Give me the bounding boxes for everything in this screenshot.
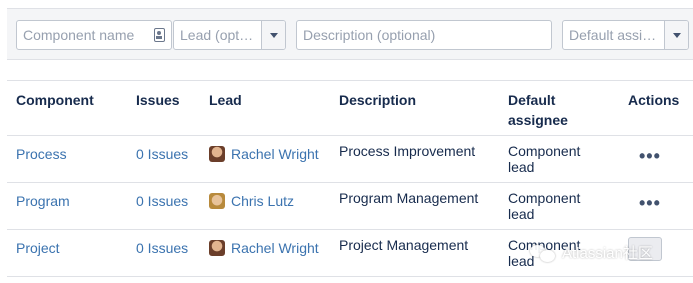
assignee-dropdown-icon[interactable]	[664, 21, 688, 49]
component-link[interactable]: Project	[16, 240, 60, 256]
table-row: Program 0 Issues Chris Lutz Program Mana…	[7, 183, 693, 230]
component-name-placeholder: Component name	[23, 27, 135, 43]
lead-select[interactable]: Lead (opt…	[173, 20, 286, 50]
table-row: Process 0 Issues Rachel Wright Process I…	[7, 136, 693, 183]
header-lead: Lead	[209, 92, 242, 108]
description-placeholder: Description (optional)	[303, 27, 436, 43]
assignee-text: Component lead	[508, 190, 581, 222]
issues-link[interactable]: 0 Issues	[136, 240, 188, 256]
lead-cell: Chris Lutz	[209, 193, 294, 209]
header-actions: Actions	[628, 92, 680, 108]
header-component: Component	[16, 92, 94, 108]
header-default-assignee: Default assignee	[508, 92, 568, 128]
assignee-placeholder: Default assi…	[569, 27, 657, 43]
assignee-text: Component lead	[508, 143, 581, 175]
lead-link[interactable]: Rachel Wright	[231, 146, 319, 162]
lead-dropdown-icon[interactable]	[261, 21, 285, 49]
component-link[interactable]: Process	[16, 146, 67, 162]
lead-cell: Rachel Wright	[209, 146, 319, 162]
lead-link[interactable]: Chris Lutz	[231, 193, 294, 209]
lead-link[interactable]: Rachel Wright	[231, 240, 319, 256]
description-text: Process Improvement	[339, 143, 476, 159]
chat-bubbles-icon	[530, 243, 556, 263]
issues-link[interactable]: 0 Issues	[136, 146, 188, 162]
lead-placeholder: Lead (opt…	[180, 27, 254, 43]
description-input[interactable]: Description (optional)	[296, 20, 552, 50]
avatar	[209, 146, 225, 162]
more-actions-icon[interactable]: •••	[639, 147, 660, 165]
description-text: Project Management	[339, 237, 469, 253]
more-actions-icon[interactable]: •••	[639, 194, 660, 212]
avatar	[209, 240, 225, 256]
watermark: Atlassian社区	[530, 242, 653, 263]
lead-cell: Rachel Wright	[209, 240, 319, 256]
component-name-input[interactable]: Component name	[16, 20, 172, 50]
header-description: Description	[339, 92, 417, 108]
header-issues: Issues	[136, 92, 180, 108]
avatar	[209, 193, 225, 209]
table-header: Component Issues Lead Description Defaul…	[7, 80, 693, 136]
component-link[interactable]: Program	[16, 193, 70, 209]
watermark-text: Atlassian社区	[562, 245, 653, 262]
description-text: Program Management	[339, 190, 479, 206]
default-assignee-select[interactable]: Default assi…	[562, 20, 689, 50]
contact-card-icon	[154, 28, 165, 42]
issues-link[interactable]: 0 Issues	[136, 193, 188, 209]
add-component-form: Component name Lead (opt… Description (o…	[7, 8, 693, 60]
